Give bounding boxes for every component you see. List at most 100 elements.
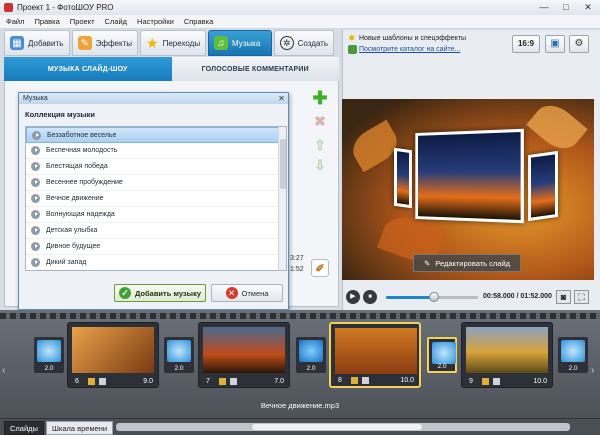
play-icon[interactable]: [31, 194, 40, 203]
catalog-link[interactable]: Посмотрите каталог на сайте...: [359, 46, 460, 53]
list-item[interactable]: Весеннее пробуждение: [26, 175, 286, 191]
track-name: Беспечная молодость: [46, 147, 118, 154]
tab-add[interactable]: ▦ Добавить: [4, 30, 70, 56]
slide-number: 6: [75, 378, 79, 385]
sound-icon: [493, 378, 500, 385]
track-time-2: 1:52: [290, 266, 304, 273]
tab-create[interactable]: ✲ Создать: [274, 30, 334, 56]
list-item[interactable]: Дивное будущее: [26, 239, 286, 255]
sparkle-icon: ✸: [348, 33, 356, 43]
add-music-button[interactable]: ✓ Добавить музыку: [114, 284, 206, 302]
edit-pencil-icon: [482, 378, 489, 385]
transition-block[interactable]: 2.0: [34, 337, 64, 373]
menu-settings[interactable]: Настройки: [137, 17, 174, 26]
playback-progress: [386, 296, 434, 299]
tab-music[interactable]: ♫ Музыка: [208, 30, 272, 56]
subtab-slideshow-music[interactable]: МУЗЫКА СЛАЙД-ШОУ: [4, 57, 172, 81]
add-music-label: Добавить музыку: [135, 288, 201, 298]
list-item[interactable]: Дикий запад: [26, 255, 286, 270]
tab-add-label: Добавить: [28, 38, 64, 48]
music-list[interactable]: Беззаботное веселье Беспечная молодость …: [25, 126, 287, 271]
play-icon[interactable]: [31, 162, 40, 171]
tab-effects[interactable]: ✎ Эффекты: [72, 30, 138, 56]
main-tabs: ▦ Добавить ✎ Эффекты ★ Переходы ♫ Музыка…: [4, 30, 338, 57]
track-name: Беззаботное веселье: [47, 131, 117, 139]
fullscreen-icon[interactable]: ⛶: [574, 290, 589, 304]
list-scrollbar[interactable]: [278, 127, 286, 270]
list-item[interactable]: Вечное движение: [26, 191, 286, 207]
slide-duration: 10.0: [533, 378, 547, 385]
audio-track-name: Вечное движение.mp3: [260, 400, 340, 410]
main-photo-frame: [415, 128, 524, 224]
maximize-button[interactable]: □: [556, 1, 576, 13]
list-item[interactable]: Блестящая победа: [26, 159, 286, 175]
list-item[interactable]: Детская улыбка: [26, 223, 286, 239]
slide-image: [335, 328, 417, 374]
list-scroll-thumb[interactable]: [280, 139, 286, 189]
aspect-ratio-button[interactable]: 16:9: [512, 35, 540, 53]
checkmark-icon: ✓: [119, 287, 131, 299]
list-item[interactable]: Беззаботное веселье: [26, 127, 286, 143]
slide-image: [466, 327, 548, 373]
transition-block[interactable]: 2.0: [164, 337, 194, 373]
minimize-button[interactable]: —: [534, 1, 554, 13]
delete-track-icon[interactable]: ✖: [311, 112, 329, 130]
music-dialog: Музыка ✕ Коллекция музыки Беззаботное ве…: [18, 92, 289, 310]
slide-thumbnail[interactable]: 7 7.0: [198, 322, 290, 388]
scroll-left-icon[interactable]: ‹: [2, 365, 5, 376]
play-icon[interactable]: [31, 210, 40, 219]
transition-icon: [37, 340, 61, 362]
edit-slide-label: Редактировать слайд: [435, 258, 511, 268]
stop-button-icon[interactable]: ■: [363, 290, 377, 304]
move-up-icon[interactable]: ⇧: [311, 136, 329, 154]
track-name: Детская улыбка: [46, 227, 98, 234]
autumn-leaf-image: [526, 97, 588, 157]
settings-gear-icon[interactable]: ⚙: [569, 35, 589, 53]
tab-transitions-label: Переходы: [162, 38, 201, 48]
list-item[interactable]: Беспечная молодость: [26, 143, 286, 159]
track-name: Дикий запад: [46, 259, 87, 266]
slide-thumbnail[interactable]: 6 9.0: [67, 322, 159, 388]
play-icon[interactable]: [31, 242, 40, 251]
transition-block[interactable]: 2.0: [296, 337, 326, 373]
play-button-icon[interactable]: ▶: [346, 290, 360, 304]
add-track-icon[interactable]: ✚: [311, 88, 329, 108]
tab-slides[interactable]: Слайды: [4, 421, 44, 435]
timeline-scrollbar[interactable]: [116, 423, 570, 431]
play-icon[interactable]: [31, 146, 40, 155]
menu-project[interactable]: Проект: [70, 17, 95, 26]
play-icon[interactable]: [31, 178, 40, 187]
transition-block[interactable]: 2.0: [558, 337, 588, 373]
dialog-title: Музыка: [23, 95, 48, 102]
slide-thumbnail-selected[interactable]: 8 10.0: [329, 322, 421, 388]
add-photos-icon: ▦: [10, 36, 24, 50]
snapshot-camera-icon[interactable]: ◙: [556, 290, 571, 304]
audio-track-bar[interactable]: Вечное движение.mp3: [0, 397, 600, 413]
slide-thumbnail[interactable]: 9 10.0: [461, 322, 553, 388]
music-note-icon: ♫: [214, 36, 228, 50]
play-icon[interactable]: [31, 226, 40, 235]
subtab-voice-comments[interactable]: ГОЛОСОВЫЕ КОММЕНТАРИИ: [171, 57, 339, 81]
edit-slide-button[interactable]: ✎ Редактировать слайд: [413, 254, 521, 272]
move-down-icon[interactable]: ⇩: [311, 156, 329, 174]
menu-file[interactable]: Файл: [6, 17, 24, 26]
playback-knob[interactable]: [428, 292, 439, 302]
list-item[interactable]: Волнующая надежда: [26, 207, 286, 223]
scroll-right-icon[interactable]: ›: [591, 365, 594, 376]
transition-block[interactable]: 2.0: [427, 337, 457, 373]
tab-timeline[interactable]: Шкала времени: [46, 421, 114, 435]
cancel-button[interactable]: ✕ Отмена: [211, 284, 283, 302]
menu-edit[interactable]: Правка: [34, 17, 59, 26]
clean-brush-icon[interactable]: ✐: [311, 259, 329, 277]
play-icon[interactable]: [32, 130, 41, 140]
background-image-icon[interactable]: ▣: [545, 35, 565, 53]
close-window-button[interactable]: ✕: [578, 1, 598, 13]
track-name: Весеннее пробуждение: [46, 179, 123, 186]
tab-transitions[interactable]: ★ Переходы: [140, 30, 206, 56]
playback-slider[interactable]: [386, 292, 478, 302]
menu-slide[interactable]: Слайд: [105, 17, 128, 26]
timeline-scroll-thumb[interactable]: [252, 424, 422, 430]
menu-help[interactable]: Справка: [184, 17, 213, 26]
play-icon[interactable]: [31, 258, 40, 267]
dialog-close-icon[interactable]: ✕: [277, 94, 286, 103]
